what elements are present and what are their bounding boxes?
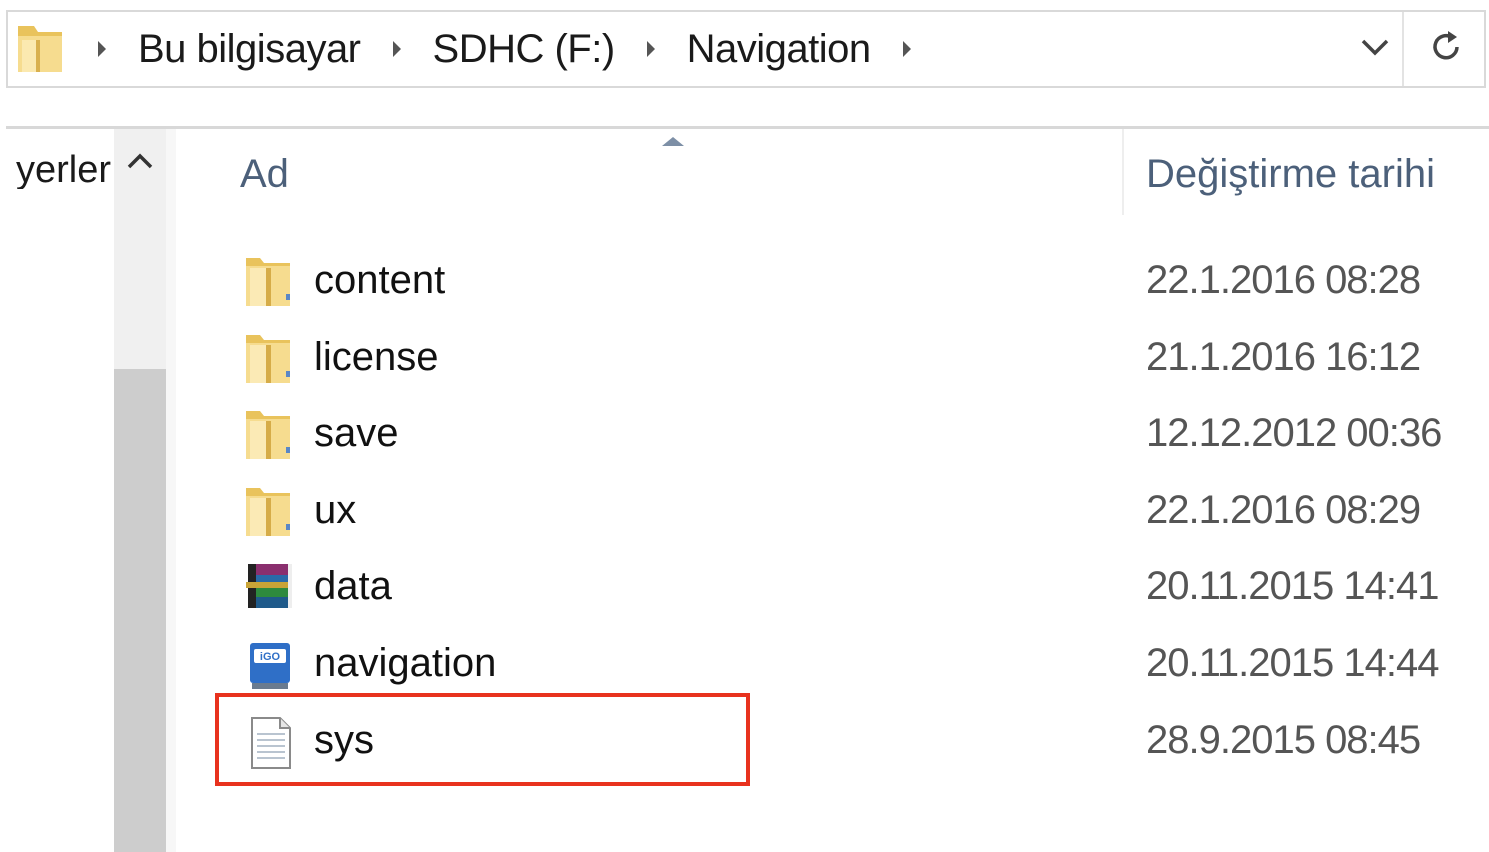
refresh-icon — [1426, 27, 1466, 72]
file-modified-date: 20.11.2015 14:41 — [1146, 564, 1439, 608]
address-bar[interactable]: Bu bilgisayar SDHC (F:) Navigation — [6, 10, 1486, 88]
address-bar-divider — [1402, 12, 1404, 86]
toolbar-divider — [6, 126, 1489, 129]
column-header-name[interactable]: Ad — [240, 154, 289, 194]
breadcrumb-this-pc[interactable]: Bu bilgisayar — [138, 29, 361, 69]
file-modified-date: 21.1.2016 16:12 — [1146, 335, 1421, 379]
chevron-right-icon[interactable] — [391, 39, 403, 59]
highlight-annotation-box — [215, 693, 750, 786]
column-divider[interactable] — [1122, 129, 1124, 215]
folder-icon — [242, 484, 298, 540]
breadcrumb-navigation[interactable]: Navigation — [687, 29, 872, 69]
chevron-right-icon[interactable] — [901, 39, 913, 59]
file-row-save[interactable]: save 12.12.2012 00:36 — [230, 399, 1480, 469]
file-modified-date: 22.1.2016 08:28 — [1146, 258, 1421, 302]
file-name: data — [314, 564, 392, 608]
file-name: save — [314, 411, 399, 455]
breadcrumb: Bu bilgisayar SDHC (F:) Navigation — [8, 12, 943, 86]
chevron-right-icon[interactable] — [645, 39, 657, 59]
nav-scrollbar-thumb[interactable] — [114, 369, 166, 852]
navigation-pane: yerleri — [0, 129, 166, 852]
pane-splitter[interactable] — [166, 129, 176, 852]
column-header-modified[interactable]: Değiştirme tarihi — [1146, 154, 1435, 194]
file-modified-date: 20.11.2015 14:44 — [1146, 641, 1439, 685]
file-name: navigation — [314, 641, 497, 685]
chevron-down-icon — [1361, 38, 1389, 61]
chevron-right-icon[interactable] — [96, 39, 108, 59]
folder-icon — [242, 331, 298, 387]
chevron-up-icon — [126, 152, 154, 175]
file-row-data[interactable]: data 20.11.2015 14:41 — [230, 552, 1480, 622]
nav-item-label[interactable]: yerleri — [16, 151, 112, 189]
refresh-button[interactable] — [1410, 12, 1482, 86]
scroll-up-button[interactable] — [114, 143, 166, 183]
file-explorer-window: Bu bilgisayar SDHC (F:) Navigation yerle… — [0, 0, 1489, 852]
file-modified-date: 22.1.2016 08:29 — [1146, 488, 1421, 532]
winrar-archive-icon — [242, 560, 298, 616]
file-name: ux — [314, 488, 357, 532]
file-name: content — [314, 258, 446, 302]
file-row-content[interactable]: content 22.1.2016 08:28 — [230, 246, 1480, 316]
folder-icon — [242, 407, 298, 463]
address-history-dropdown[interactable] — [1348, 12, 1402, 86]
file-row-ux[interactable]: ux 22.1.2016 08:29 — [230, 476, 1480, 546]
sort-ascending-icon — [660, 134, 686, 153]
file-row-navigation[interactable]: iGO navigation 20.11.2015 14:44 — [230, 629, 1480, 699]
folder-icon — [242, 254, 298, 310]
igo-app-icon: iGO — [242, 637, 298, 693]
breadcrumb-sdhc-drive[interactable]: SDHC (F:) — [433, 29, 616, 69]
file-name: license — [314, 335, 439, 379]
file-modified-date: 12.12.2012 00:36 — [1146, 411, 1442, 455]
file-modified-date: 28.9.2015 08:45 — [1146, 718, 1421, 762]
folder-icon — [16, 18, 66, 81]
file-row-license[interactable]: license 21.1.2016 16:12 — [230, 323, 1480, 393]
svg-text:iGO: iGO — [260, 651, 281, 663]
